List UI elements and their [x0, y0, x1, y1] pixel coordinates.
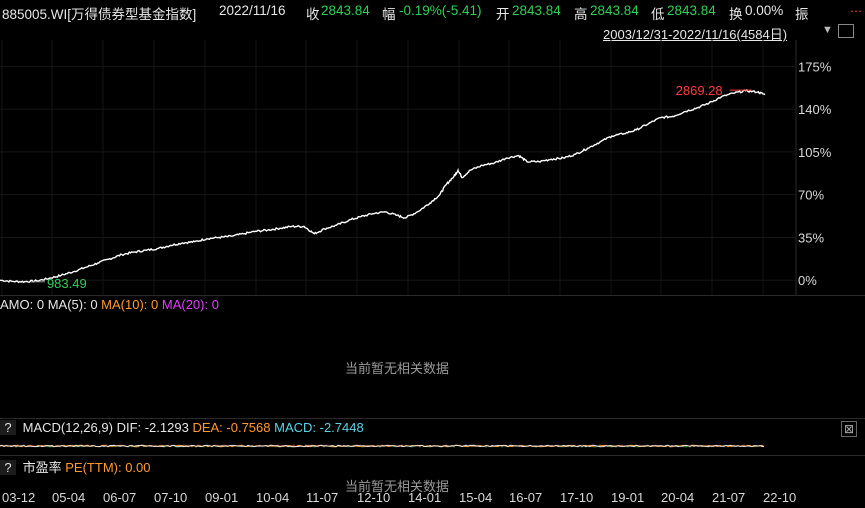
ma5-value: MA(5): 0 [47, 297, 98, 312]
ma20-value: MA(20): 0 [161, 297, 219, 312]
volume-no-data: 当前暂无相关数据 [345, 361, 450, 376]
y-tick-labels: 175% 140% 105% 70% 35% 0% [798, 59, 832, 288]
x-tick-label: 21-07 [712, 490, 746, 505]
ma10-value: MA(10): 0 [101, 297, 159, 312]
open-label: 开 [496, 7, 510, 22]
low-annotation: 983.49 [47, 276, 87, 291]
macd-dea: DEA: -0.7568 [192, 420, 271, 435]
x-tick-label: 16-07 [509, 490, 543, 505]
x-tick-label: 07-10 [154, 490, 188, 505]
volume-header: AMO: 0 MA(5): 0 MA(10): 0 MA(20): 0 [0, 297, 219, 312]
amplitude-label: 振 [795, 7, 809, 22]
pe-header: ? 市盈率 PE(TTM): 0.00 [0, 457, 151, 476]
x-tick-label: 20-04 [661, 490, 695, 505]
x-tick-label: 22-10 [763, 490, 797, 505]
x-tick-label: 03-12 [2, 490, 36, 505]
amo-value: AMO: 0 [0, 297, 45, 312]
price-chart[interactable]: 175% 140% 105% 70% 35% 0% 2869.28 983.49 [0, 40, 865, 296]
x-tick-label: 09-01 [205, 490, 239, 505]
x-tick-label: 12-10 [357, 490, 391, 505]
y-tick-label: 0% [798, 273, 817, 288]
macd-help-icon[interactable]: ? [0, 420, 16, 435]
turnover-label: 换 [729, 7, 743, 22]
quote-header: 885005.WI[万得债券型基金指数] 2022/11/16 收 2843.8… [0, 0, 865, 22]
gridlines [0, 40, 796, 296]
high-value: 2843.84 [590, 3, 639, 18]
x-tick-label: 14-01 [408, 490, 442, 505]
divider [0, 455, 865, 456]
index-name: 885005.WI[万得债券型基金指数] [2, 7, 197, 22]
divider [0, 295, 865, 296]
price-annotations: 2869.28 983.49 [30, 83, 752, 291]
x-tick-label: 11-07 [306, 490, 339, 505]
y-tick-label: 140% [798, 102, 832, 117]
x-tick-label: 06-07 [103, 490, 137, 505]
x-axis: 03-12 05-04 06-07 07-10 09-01 10-04 11-07 12-10… [0, 488, 865, 508]
macd-dif: DIF: -2.1293 [116, 420, 189, 435]
pe-title[interactable]: 市盈率 [23, 460, 62, 475]
x-tick-label: 15-04 [459, 490, 493, 505]
open-value: 2843.84 [512, 3, 561, 18]
low-label: 低 [651, 7, 665, 22]
change-label: 幅 [382, 7, 396, 22]
pe-value: PE(TTM): 0.00 [65, 460, 151, 475]
x-tick-label: 05-04 [52, 490, 86, 505]
close-icon[interactable]: ⊠ [841, 421, 857, 437]
macd-title[interactable]: MACD(12,26,9) [23, 420, 113, 435]
quote-date: 2022/11/16 [219, 3, 286, 18]
close-value: 2843.84 [321, 3, 370, 18]
x-tick-label: 10-04 [256, 490, 290, 505]
low-value: 2843.84 [667, 3, 716, 18]
maximize-icon[interactable] [838, 24, 854, 38]
turnover-value: 0.00% [745, 3, 784, 18]
chevron-down-icon[interactable]: ▼ [822, 24, 833, 36]
macd-header: ? MACD(12,26,9) DIF: -2.1293 DEA: -0.756… [0, 420, 364, 438]
y-tick-label: 105% [798, 145, 832, 160]
macd-value: MACD: -2.7448 [274, 420, 364, 435]
x-tick-label: 17-10 [560, 490, 594, 505]
close-label: 收 [306, 7, 320, 22]
x-tick-label: 19-01 [611, 490, 645, 505]
high-annotation: 2869.28 [676, 83, 723, 98]
y-tick-label: 70% [798, 188, 824, 203]
change-value: -0.19%(-5.41) [399, 3, 482, 18]
pe-help-icon[interactable]: ? [0, 460, 16, 475]
macd-chart [0, 444, 765, 448]
price-series-line [0, 89, 766, 284]
divider [0, 418, 865, 419]
y-tick-label: 175% [798, 59, 832, 74]
high-label: 高 [574, 7, 588, 22]
more-icon[interactable]: ⋯ [850, 4, 862, 18]
y-tick-label: 35% [798, 230, 824, 245]
